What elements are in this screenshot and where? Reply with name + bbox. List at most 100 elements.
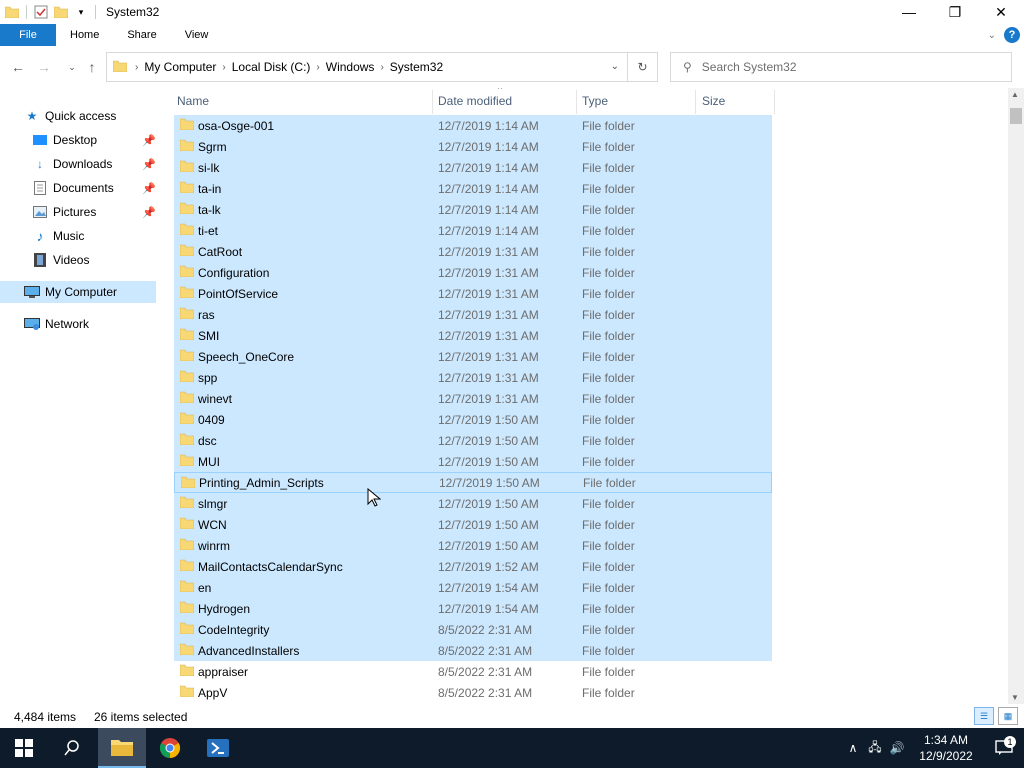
column-header-name[interactable]: Name bbox=[177, 88, 432, 114]
file-row[interactable]: Configuration 12/7/2019 1:31 AM File folde… bbox=[174, 262, 772, 283]
file-row[interactable]: CodeIntegrity 8/5/2022 2:31 AM File folder bbox=[174, 619, 772, 640]
file-row[interactable]: Hydrogen 12/7/2019 1:54 AM File folder bbox=[174, 598, 772, 619]
file-row[interactable]: ta-lk 12/7/2019 1:14 AM File folder bbox=[174, 199, 772, 220]
network-status-icon[interactable]: 🖧 bbox=[864, 738, 886, 759]
breadcrumb-system32[interactable]: System32 bbox=[386, 60, 447, 74]
breadcrumb-separator[interactable]: › bbox=[314, 62, 321, 73]
scroll-down-icon[interactable]: ▼ bbox=[1011, 693, 1019, 702]
file-row[interactable]: ras 12/7/2019 1:31 AM File folder bbox=[174, 304, 772, 325]
search-box[interactable]: ⚲ Search System32 bbox=[670, 52, 1012, 82]
tab-share[interactable]: Share bbox=[113, 24, 170, 46]
file-row[interactable]: si-lk 12/7/2019 1:14 AM File folder bbox=[174, 157, 772, 178]
file-row[interactable]: 0409 12/7/2019 1:50 AM File folder bbox=[174, 409, 772, 430]
column-divider[interactable] bbox=[774, 90, 775, 114]
breadcrumb-separator[interactable]: › bbox=[220, 62, 227, 73]
details-view-icon[interactable]: ☰ bbox=[974, 707, 994, 725]
search-taskbar-button[interactable] bbox=[48, 728, 96, 768]
column-divider[interactable] bbox=[695, 90, 696, 114]
file-row[interactable]: osa-Osge-001 12/7/2019 1:14 AM File folder bbox=[174, 115, 772, 136]
file-row[interactable]: AppV 8/5/2022 2:31 AM File folder bbox=[174, 682, 772, 703]
minimize-button[interactable]: — bbox=[886, 0, 932, 24]
file-row[interactable]: appraiser 8/5/2022 2:31 AM File folder bbox=[174, 661, 772, 682]
pin-icon[interactable]: 📌 bbox=[142, 182, 156, 195]
file-row[interactable]: MailContactsCalendarSync 12/7/2019 1:52 A… bbox=[174, 556, 772, 577]
nav-item-downloads[interactable]: ↓ Downloads 📌 bbox=[32, 153, 156, 175]
nav-item-my-computer[interactable]: My Computer bbox=[0, 281, 156, 303]
nav-item-videos[interactable]: Videos bbox=[32, 249, 89, 271]
folder-icon bbox=[179, 391, 195, 405]
file-row[interactable]: winrm 12/7/2019 1:50 AM File folder bbox=[174, 535, 772, 556]
address-dropdown-icon[interactable]: ⌄ bbox=[611, 61, 619, 72]
show-hidden-icons-icon[interactable]: ∧ bbox=[842, 741, 864, 755]
file-row[interactable]: WCN 12/7/2019 1:50 AM File folder bbox=[174, 514, 772, 535]
large-icons-view-icon[interactable]: ▦ bbox=[998, 707, 1018, 725]
file-row[interactable]: spp 12/7/2019 1:31 AM File folder bbox=[174, 367, 772, 388]
chrome-taskbar-button[interactable] bbox=[146, 728, 194, 768]
column-header-date-modified[interactable]: Date modified bbox=[438, 88, 578, 114]
expand-ribbon-icon[interactable]: ⌄ bbox=[988, 30, 996, 41]
properties-icon[interactable] bbox=[33, 4, 49, 20]
tab-home[interactable]: Home bbox=[56, 24, 113, 46]
refresh-button[interactable]: ↻ bbox=[628, 52, 658, 82]
file-row[interactable]: MUI 12/7/2019 1:50 AM File folder bbox=[174, 451, 772, 472]
breadcrumb-local-disk[interactable]: Local Disk (C:) bbox=[228, 60, 315, 74]
toolbar-divider bbox=[26, 5, 27, 19]
file-row[interactable]: Printing_Admin_Scripts 12/7/2019 1:50 AM F… bbox=[174, 472, 772, 493]
file-date-modified: 12/7/2019 1:50 AM bbox=[438, 412, 539, 427]
folder-icon bbox=[179, 622, 195, 636]
breadcrumb-separator[interactable]: › bbox=[378, 62, 385, 73]
vertical-scrollbar[interactable]: ▲ ▼ bbox=[1008, 88, 1024, 704]
address-bar[interactable]: › My Computer › Local Disk (C:) › Window… bbox=[106, 52, 628, 82]
column-header-size[interactable]: Size bbox=[702, 88, 772, 114]
nav-item-desktop[interactable]: Desktop 📌 bbox=[32, 129, 156, 151]
nav-item-pictures[interactable]: Pictures 📌 bbox=[32, 201, 156, 223]
file-row[interactable]: Sgrm 12/7/2019 1:14 AM File folder bbox=[174, 136, 772, 157]
file-row[interactable]: CatRoot 12/7/2019 1:31 AM File folder bbox=[174, 241, 772, 262]
file-row[interactable]: ta-in 12/7/2019 1:14 AM File folder bbox=[174, 178, 772, 199]
tab-file[interactable]: File bbox=[0, 24, 56, 46]
new-folder-icon[interactable] bbox=[53, 4, 69, 20]
file-row[interactable]: ti-et 12/7/2019 1:14 AM File folder bbox=[174, 220, 772, 241]
tab-view[interactable]: View bbox=[171, 24, 223, 46]
column-header-type[interactable]: Type bbox=[582, 88, 692, 114]
file-row[interactable]: winevt 12/7/2019 1:31 AM File folder bbox=[174, 388, 772, 409]
nav-item-network[interactable]: Network bbox=[24, 313, 89, 335]
pin-icon[interactable]: 📌 bbox=[142, 134, 156, 147]
breadcrumb-windows[interactable]: Windows bbox=[322, 60, 379, 74]
forward-button[interactable]: → bbox=[34, 57, 54, 77]
file-row[interactable]: Speech_OneCore 12/7/2019 1:31 AM File fold… bbox=[174, 346, 772, 367]
close-button[interactable]: ✕ bbox=[978, 0, 1024, 24]
nav-item-quick-access[interactable]: ★ Quick access bbox=[24, 105, 117, 127]
maximize-button[interactable]: ❐ bbox=[932, 0, 978, 24]
back-button[interactable]: ← bbox=[8, 57, 28, 77]
column-divider[interactable] bbox=[432, 90, 433, 114]
file-explorer-taskbar-button[interactable] bbox=[98, 728, 146, 768]
help-button[interactable]: ? bbox=[1004, 27, 1020, 43]
action-center-button[interactable]: 1 bbox=[984, 736, 1024, 756]
scrollbar-thumb[interactable] bbox=[1010, 108, 1022, 124]
volume-icon[interactable]: 🔊 bbox=[886, 741, 908, 755]
file-row[interactable]: slmgr 12/7/2019 1:50 AM File folder bbox=[174, 493, 772, 514]
pin-icon[interactable]: 📌 bbox=[142, 206, 156, 219]
column-divider[interactable] bbox=[576, 90, 577, 114]
powershell-taskbar-button[interactable] bbox=[194, 728, 242, 768]
nav-item-documents[interactable]: Documents 📌 bbox=[32, 177, 156, 199]
file-row[interactable]: PointOfService 12/7/2019 1:31 AM File fold… bbox=[174, 283, 772, 304]
up-button[interactable]: ↑ bbox=[82, 57, 102, 77]
file-row[interactable]: dsc 12/7/2019 1:50 AM File folder bbox=[174, 430, 772, 451]
start-button[interactable] bbox=[0, 728, 48, 768]
file-date-modified: 12/7/2019 1:31 AM bbox=[438, 391, 539, 406]
file-row[interactable]: en 12/7/2019 1:54 AM File folder bbox=[174, 577, 772, 598]
nav-item-music[interactable]: ♪ Music bbox=[32, 225, 85, 247]
file-name: ta-lk bbox=[198, 202, 221, 217]
clock[interactable]: 1:34 AM 12/9/2022 bbox=[908, 732, 984, 764]
customize-toolbar-icon[interactable]: ▾ bbox=[73, 4, 89, 20]
pin-icon[interactable]: 📌 bbox=[142, 158, 156, 171]
recent-locations-button[interactable]: ⌄ bbox=[62, 57, 82, 77]
scroll-up-icon[interactable]: ▲ bbox=[1011, 90, 1019, 99]
file-row[interactable]: SMI 12/7/2019 1:31 AM File folder bbox=[174, 325, 772, 346]
breadcrumb-my-computer[interactable]: My Computer bbox=[140, 60, 220, 74]
document-icon bbox=[32, 180, 48, 196]
breadcrumb-separator[interactable]: › bbox=[133, 62, 140, 73]
file-row[interactable]: AdvancedInstallers 8/5/2022 2:31 AM File f… bbox=[174, 640, 772, 661]
